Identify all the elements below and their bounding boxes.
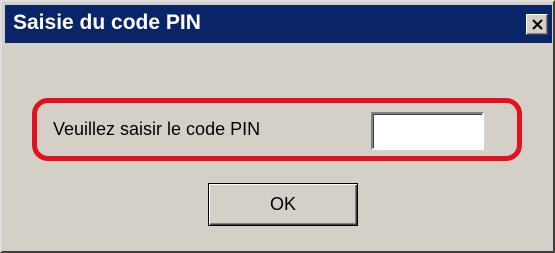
- pin-prompt-label: Veuillez saisir le code PIN: [53, 119, 261, 139]
- title-bar[interactable]: Saisie du code PIN: [5, 5, 552, 43]
- ok-button[interactable]: OK: [208, 183, 358, 226]
- close-button[interactable]: [526, 14, 548, 35]
- window-title: Saisie du code PIN: [13, 11, 201, 34]
- pin-input[interactable]: [371, 112, 484, 150]
- pin-entry-dialog: Saisie du code PIN Veuillez saisir le co…: [0, 0, 555, 253]
- close-x-icon: [532, 19, 543, 30]
